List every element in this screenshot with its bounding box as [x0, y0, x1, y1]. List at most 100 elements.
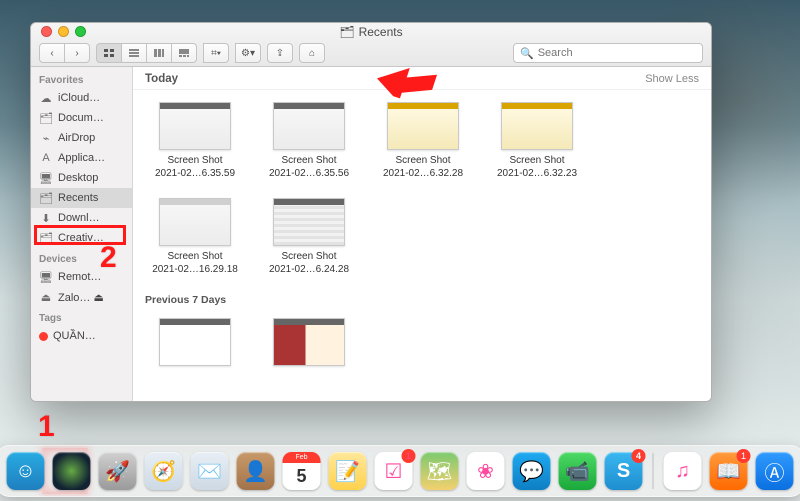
icon-view-button[interactable]: [96, 43, 122, 63]
file-item[interactable]: Screen Shot2021-02…16.29.18: [149, 198, 241, 276]
search-field[interactable]: 🔍: [513, 43, 703, 63]
sidebar-item-zalo[interactable]: ⏏ Zalo… ⏏: [31, 287, 132, 307]
edit-tags-button[interactable]: ⌂: [299, 43, 325, 63]
sidebar-item-icon: 🗂: [39, 112, 53, 125]
sidebar-item-icon: A: [39, 152, 53, 164]
sidebar-item-docum[interactable]: 🗂Docum…: [31, 108, 132, 128]
file-item[interactable]: Screen Shot2021-02…6.32.23: [491, 102, 583, 180]
file-item[interactable]: Screen Shot2021-02…6.32.28: [377, 102, 469, 180]
sidebar-item-qun[interactable]: QUẦN…: [31, 326, 132, 346]
file-thumbnail: [273, 318, 345, 366]
gallery-view-button[interactable]: [171, 43, 197, 63]
list-view-button[interactable]: [121, 43, 147, 63]
close-button[interactable]: [41, 26, 52, 37]
sidebar-item-applica[interactable]: A Applica…: [31, 148, 132, 168]
finder-window: 🗂 Recents ‹ › ⌗▾ ⚙︎▾ ⇪ ⌂: [30, 22, 712, 402]
sidebar-section-header: Favorites: [31, 69, 132, 88]
file-thumbnail: [159, 318, 231, 366]
sidebar-item-recents[interactable]: 🗂 Recents: [31, 188, 132, 208]
sidebar-item-label: Downl…: [58, 212, 100, 224]
titlebar: 🗂 Recents ‹ › ⌗▾ ⚙︎▾ ⇪ ⌂: [31, 23, 711, 67]
dock-contacts[interactable]: 👤: [237, 452, 275, 490]
sidebar-item-label: Remot…: [58, 271, 101, 283]
grid-prev: [133, 306, 711, 380]
sidebar-item-label: Recents: [58, 192, 98, 204]
dock-finder[interactable]: ☺: [7, 452, 45, 490]
search-icon: 🔍: [520, 47, 534, 60]
file-name: Screen Shot2021-02…6.35.59: [144, 155, 245, 180]
file-item[interactable]: [149, 318, 241, 366]
sidebar-item-icon: ☁︎: [39, 92, 53, 105]
file-thumbnail: [273, 198, 345, 246]
sidebar-item-label: Applica…: [58, 152, 105, 164]
sidebar-item-icloud[interactable]: ☁︎ iCloud…: [31, 88, 132, 108]
sidebar-item-icon: 🗂: [39, 192, 53, 205]
grid-today: Screen Shot2021-02…6.35.59Screen Shot202…: [133, 90, 711, 290]
section-prev-header: Previous 7 Days: [133, 290, 711, 306]
dock-reminders[interactable]: ☑︎1: [375, 452, 413, 490]
file-thumbnail: [501, 102, 573, 150]
annotation-number-2: 2: [100, 241, 117, 275]
file-thumbnail: [159, 102, 231, 150]
sidebar-item-label: Desktop: [58, 172, 98, 184]
sidebar-item-label: iCloud…: [58, 92, 100, 104]
action-menu-button[interactable]: ⚙︎▾: [235, 43, 261, 63]
sidebar-item-label: QUẦN…: [53, 330, 96, 342]
badge: 1: [402, 449, 416, 463]
dock-mail[interactable]: ✉️: [191, 452, 229, 490]
forward-button[interactable]: ›: [64, 43, 90, 63]
dock-separator: [653, 453, 654, 489]
badge: 1: [737, 449, 751, 463]
file-item[interactable]: [263, 318, 355, 366]
column-view-button[interactable]: [146, 43, 172, 63]
sidebar-item-icon: ⏏: [39, 291, 53, 304]
window-title: 🗂 Recents: [31, 25, 711, 39]
sidebar-section-header: Tags: [31, 307, 132, 326]
file-item[interactable]: Screen Shot2021-02…6.24.28: [263, 198, 355, 276]
file-name: Screen Shot2021-02…6.24.28: [258, 251, 359, 276]
maximize-button[interactable]: [75, 26, 86, 37]
dock-calendar[interactable]: Feb5: [283, 452, 321, 490]
section-title: Today: [145, 73, 178, 85]
sidebar-item-icon: 🖥: [39, 172, 53, 185]
sidebar-item-label: AirDrop: [58, 132, 95, 144]
file-thumbnail: [387, 102, 459, 150]
sidebar-item-icon: 🖥: [39, 271, 53, 284]
share-button[interactable]: ⇪: [267, 43, 293, 63]
file-name: Screen Shot2021-02…16.29.18: [144, 251, 245, 276]
dock-notes[interactable]: 📝: [329, 452, 367, 490]
content-area[interactable]: Today Show Less Screen Shot2021-02…6.35.…: [133, 67, 711, 401]
back-button[interactable]: ‹: [39, 43, 65, 63]
file-thumbnail: [159, 198, 231, 246]
sidebar-item-desktop[interactable]: 🖥 Desktop: [31, 168, 132, 188]
dock-messages[interactable]: 💬: [513, 452, 551, 490]
file-item[interactable]: Screen Shot2021-02…6.35.56: [263, 102, 355, 180]
dock-itunes[interactable]: ♫: [664, 452, 702, 490]
badge: 4: [632, 449, 646, 463]
dock-facetime[interactable]: 📹: [559, 452, 597, 490]
dock-photos[interactable]: ❀: [467, 452, 505, 490]
minimize-button[interactable]: [58, 26, 69, 37]
recents-icon: 🗂: [339, 25, 354, 39]
dock-appstore[interactable]: Ⓐ: [756, 452, 794, 490]
annotation-number-1: 1: [38, 410, 55, 444]
dock-maps[interactable]: 🗺: [421, 452, 459, 490]
search-input[interactable]: [538, 47, 696, 59]
sidebar-item-label: Zalo… ⏏: [58, 291, 104, 304]
toolbar: ‹ › ⌗▾ ⚙︎▾ ⇪ ⌂ 🔍: [31, 41, 711, 66]
show-less-link[interactable]: Show Less: [645, 73, 699, 85]
file-item[interactable]: Screen Shot2021-02…6.35.59: [149, 102, 241, 180]
file-thumbnail: [273, 102, 345, 150]
file-name: Screen Shot2021-02…6.32.28: [372, 155, 473, 180]
dock-skype[interactable]: S4: [605, 452, 643, 490]
dock-siri[interactable]: [53, 452, 91, 490]
traffic-lights: [31, 26, 86, 37]
sidebar-item-airdrop[interactable]: ⌁ AirDrop: [31, 128, 132, 148]
dock-safari[interactable]: 🧭: [145, 452, 183, 490]
group-by-button[interactable]: ⌗▾: [203, 43, 229, 63]
file-name: Screen Shot2021-02…6.35.56: [258, 155, 359, 180]
dock-launchpad[interactable]: 🚀: [99, 452, 137, 490]
dock-ibooks[interactable]: 📖1: [710, 452, 748, 490]
sidebar-item-icon: ⬇︎: [39, 212, 53, 225]
sidebar-item-icon: ⌁: [39, 132, 53, 145]
